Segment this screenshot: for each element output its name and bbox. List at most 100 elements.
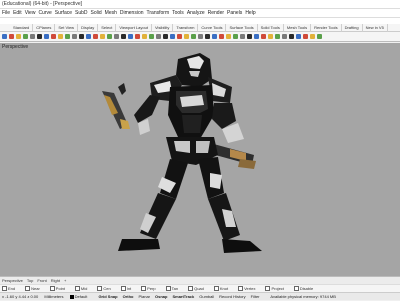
toolbar-button-icon[interactable] (9, 34, 14, 39)
osnap-mid[interactable]: Mid (74, 286, 92, 292)
menu-surface[interactable]: Surface (55, 10, 72, 16)
toolbar-button-icon[interactable] (310, 34, 315, 39)
viewport-label[interactable]: Perspective (2, 44, 28, 50)
tab-surface-tools[interactable]: Surface Tools (226, 24, 258, 32)
toolbar-button-icon[interactable] (212, 34, 217, 39)
tab-display[interactable]: Display (78, 24, 99, 32)
viewport-tab-front[interactable]: Front (37, 278, 46, 283)
toolbar-button-icon[interactable] (170, 34, 175, 39)
toolbar-button-icon[interactable] (177, 34, 182, 39)
toolbar-button-icon[interactable] (128, 34, 133, 39)
status-toggle-grid-snap[interactable]: Grid Snap (98, 294, 117, 299)
toolbar-button-icon[interactable] (282, 34, 287, 39)
checkbox-icon[interactable] (2, 286, 7, 292)
tab-transform[interactable]: Transform (173, 24, 199, 32)
checkbox-icon[interactable] (25, 286, 31, 292)
toolbar-button-icon[interactable] (65, 34, 70, 39)
status-toggle-filter[interactable]: Filter (251, 294, 260, 299)
tab-cplanes[interactable]: CPlanes (33, 24, 56, 32)
toolbar-button-icon[interactable] (219, 34, 224, 39)
toolbar-button-icon[interactable] (30, 34, 35, 39)
checkbox-icon[interactable] (265, 286, 271, 292)
toolbar-button-icon[interactable] (275, 34, 280, 39)
toolbar-button-icon[interactable] (44, 34, 49, 39)
toolbar-button-icon[interactable] (163, 34, 168, 39)
status-toggle-osnap[interactable]: Osnap (155, 294, 167, 299)
toolbar-button-icon[interactable] (191, 34, 196, 39)
tab-drafting[interactable]: Drafting (342, 24, 363, 32)
osnap-quad[interactable]: Quad (188, 286, 209, 292)
toolbar-button-icon[interactable] (37, 34, 42, 39)
tab-mesh-tools[interactable]: Mesh Tools (284, 24, 312, 32)
status-toggle-ortho[interactable]: Ortho (123, 294, 134, 299)
toolbar-button-icon[interactable] (156, 34, 161, 39)
checkbox-icon[interactable] (74, 286, 80, 292)
status-toggle-gumball[interactable]: Gumball (199, 294, 214, 299)
osnap-cen[interactable]: Cen (97, 286, 115, 292)
osnap-point[interactable]: Point (49, 286, 70, 292)
menu-view[interactable]: View (25, 10, 36, 16)
status-toggle-planar[interactable]: Planar (138, 294, 150, 299)
menu-render[interactable]: Render (208, 10, 224, 16)
toolbar-button-icon[interactable] (261, 34, 266, 39)
checkbox-icon[interactable] (213, 286, 219, 292)
perspective-viewport[interactable]: Perspective (0, 43, 400, 276)
toolbar-button-icon[interactable] (289, 34, 294, 39)
toolbar-button-icon[interactable] (72, 34, 77, 39)
toolbar-button-icon[interactable] (107, 34, 112, 39)
toolbar-button-icon[interactable] (303, 34, 308, 39)
toolbar-button-icon[interactable] (233, 34, 238, 39)
toolbar-button-icon[interactable] (114, 34, 119, 39)
checkbox-icon[interactable] (120, 286, 126, 292)
command-line[interactable] (0, 17, 400, 24)
checkbox-icon[interactable] (165, 286, 171, 292)
osnap-int[interactable]: Int (120, 286, 136, 292)
toolbar-button-icon[interactable] (2, 34, 7, 39)
viewport-tab-top[interactable]: Top (27, 278, 33, 283)
tab-render-tools[interactable]: Render Tools (311, 24, 342, 32)
osnap-knot[interactable]: Knot (213, 286, 233, 292)
tab-solid-tools[interactable]: Solid Tools (258, 24, 284, 32)
toolbar-button-icon[interactable] (121, 34, 126, 39)
checkbox-icon[interactable] (49, 286, 55, 292)
toolbar-button-icon[interactable] (23, 34, 28, 39)
tab-standard[interactable]: Standard (10, 24, 34, 32)
toolbar-button-icon[interactable] (198, 34, 203, 39)
toolbar-button-icon[interactable] (247, 34, 252, 39)
toolbar-button-icon[interactable] (16, 34, 21, 39)
status-toggle-smarttrack[interactable]: SmartTrack (172, 294, 194, 299)
osnap-vertex[interactable]: Vertex (238, 286, 260, 292)
tab-curve-tools[interactable]: Curve Tools (198, 24, 227, 32)
osnap-project[interactable]: Project (265, 286, 288, 292)
osnap-perp[interactable]: Perp (141, 286, 160, 292)
menu-mesh[interactable]: Mesh (105, 10, 117, 16)
toolbar-button-icon[interactable] (317, 34, 322, 39)
tab-visibility[interactable]: Visibility (152, 24, 174, 32)
osnap-tan[interactable]: Tan (165, 286, 183, 292)
menu-file[interactable]: File (2, 10, 10, 16)
toolbar-button-icon[interactable] (100, 34, 105, 39)
toolbar-button-icon[interactable] (135, 34, 140, 39)
menu-dimension[interactable]: Dimension (120, 10, 144, 16)
toolbar-button-icon[interactable] (51, 34, 56, 39)
menu-panels[interactable]: Panels (227, 10, 242, 16)
checkbox-icon[interactable] (141, 286, 147, 292)
menu-transform[interactable]: Transform (147, 10, 170, 16)
menu-edit[interactable]: Edit (13, 10, 22, 16)
menu-subd[interactable]: SubD (75, 10, 88, 16)
toolbar-button-icon[interactable] (240, 34, 245, 39)
toolbar-button-icon[interactable] (254, 34, 259, 39)
tab-new-in-v5[interactable]: New in V5 (363, 24, 388, 32)
status-toggle-record-history[interactable]: Record History (219, 294, 245, 299)
current-layer[interactable]: Default (69, 294, 93, 299)
menu-help[interactable]: Help (245, 10, 255, 16)
menu-curve[interactable]: Curve (38, 10, 51, 16)
toolbar-button-icon[interactable] (296, 34, 301, 39)
osnap-end[interactable]: End (2, 286, 20, 292)
osnap-near[interactable]: Near (25, 286, 45, 292)
tab-set-view[interactable]: Set View (55, 24, 79, 32)
tab-viewport-layout[interactable]: Viewport Layout (116, 24, 152, 32)
checkbox-icon[interactable] (238, 286, 244, 292)
checkbox-icon[interactable] (293, 286, 299, 292)
viewport-tab-perspective[interactable]: Perspective (2, 278, 23, 283)
